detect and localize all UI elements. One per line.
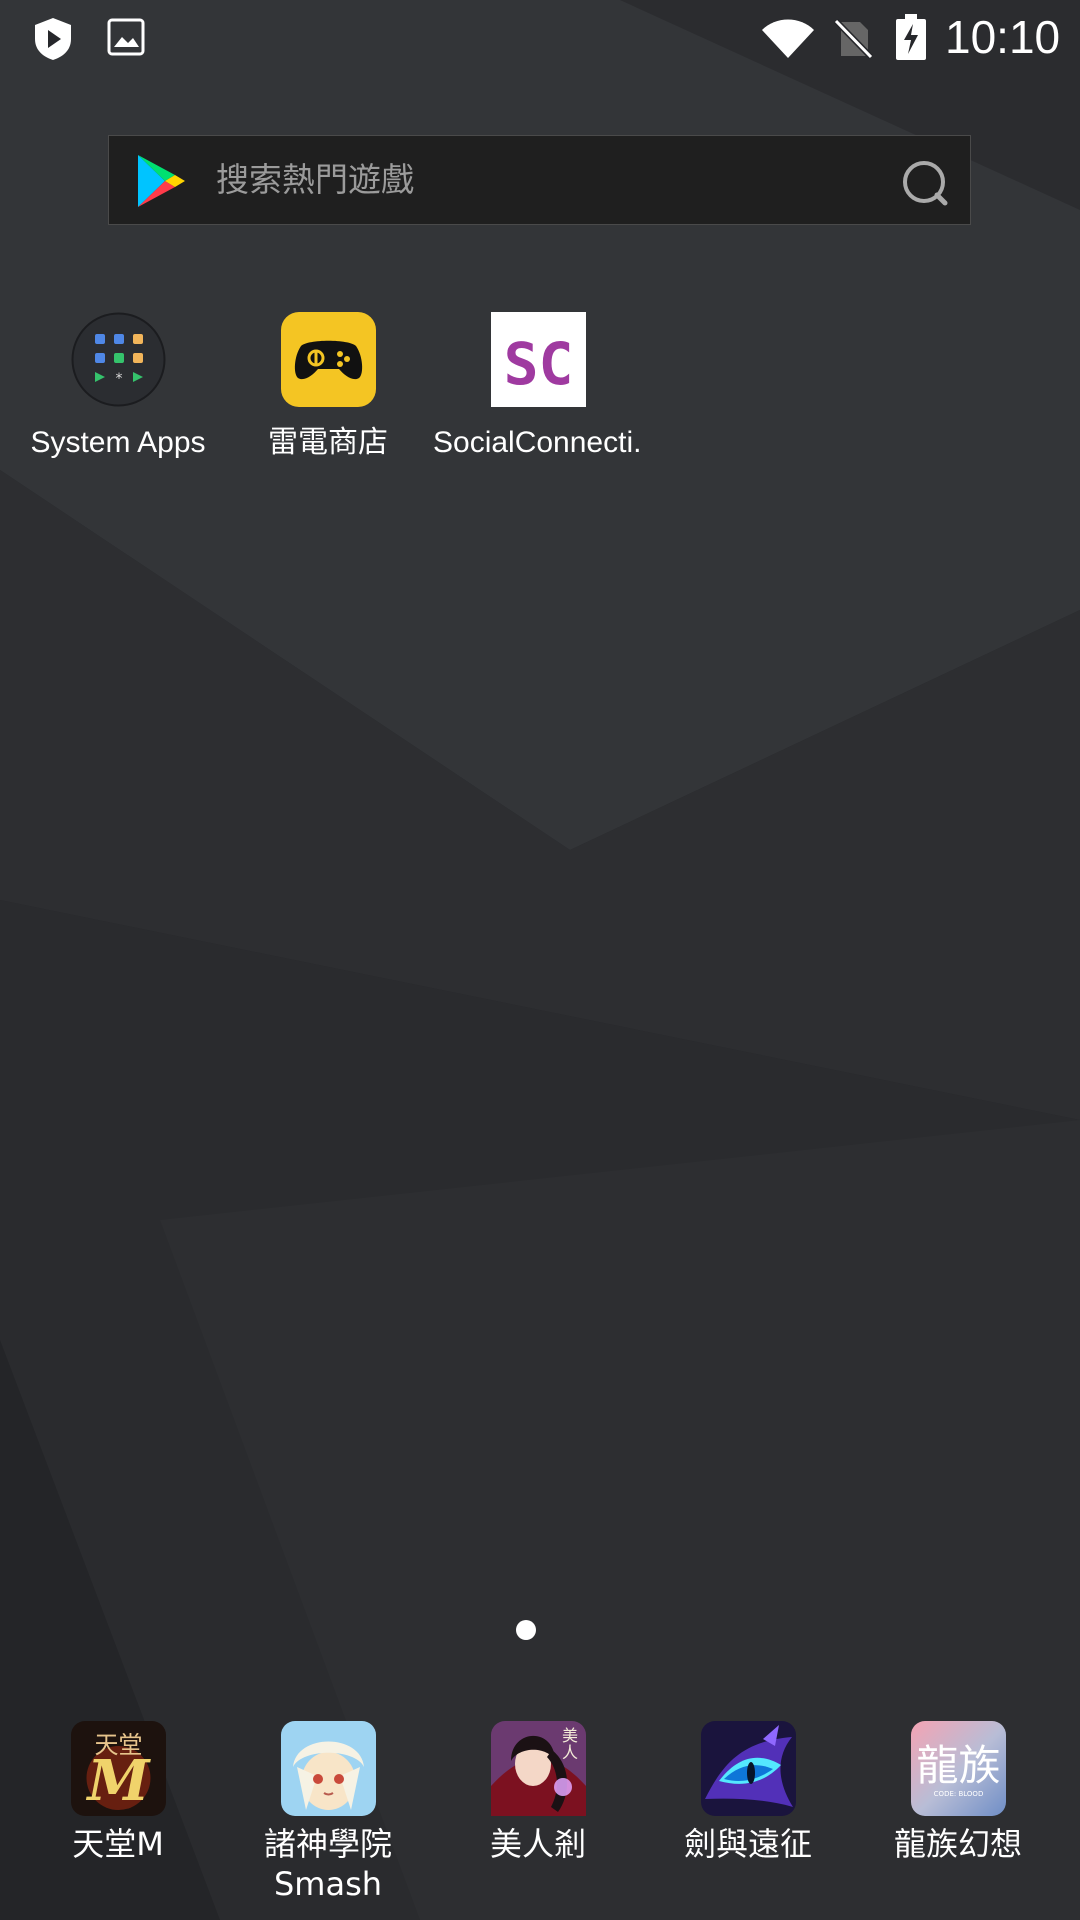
app-label: 美人剎 bbox=[489, 1825, 586, 1863]
wallpaper bbox=[0, 0, 1080, 1920]
status-bar: 10:10 bbox=[0, 0, 1080, 78]
app-label: 諸神學院 Smash bbox=[263, 1825, 392, 1903]
app-label: 劍與遠征 bbox=[683, 1825, 812, 1863]
dock-app-beauty[interactable]: 美 人 美人剎 bbox=[433, 1721, 643, 1871]
svg-text:龍族: 龍族 bbox=[916, 1741, 1000, 1790]
svg-text:人: 人 bbox=[562, 1743, 578, 1762]
google-play-icon bbox=[135, 153, 187, 209]
wallpaper-shapes bbox=[0, 0, 1080, 1920]
page-indicator bbox=[516, 1620, 536, 1640]
shield-play-icon bbox=[33, 17, 73, 61]
dragon-clan-icon: 龍族 CODE: BLOOD bbox=[911, 1721, 1006, 1816]
svg-text:SC: SC bbox=[504, 330, 574, 398]
game-controller-icon bbox=[281, 312, 376, 407]
clock: 10:10 bbox=[945, 11, 1061, 63]
svg-text:CODE: BLOOD: CODE: BLOOD bbox=[934, 1790, 984, 1798]
app-socialconnection[interactable]: SC SocialConnecti.. bbox=[433, 312, 643, 472]
sc-text-icon: SC bbox=[491, 312, 586, 407]
app-raiden-store[interactable]: 雷電商店 bbox=[223, 312, 433, 472]
lineage-m-icon: 天堂 M bbox=[71, 1721, 166, 1816]
dock-app-afk-arena[interactable]: 劍與遠征 bbox=[643, 1721, 853, 1871]
svg-text:M: M bbox=[86, 1748, 152, 1814]
search-bar[interactable]: 搜索熱門遊戲 bbox=[108, 135, 971, 225]
dock-app-dragon-raja[interactable]: 龍族 CODE: BLOOD 龍族幻想 bbox=[853, 1721, 1063, 1871]
dock-app-academy-smash[interactable]: 諸神學院 Smash bbox=[223, 1721, 433, 1903]
battery-charging-icon bbox=[896, 14, 926, 60]
folder-icon: * bbox=[71, 312, 166, 407]
no-sim-icon bbox=[833, 18, 874, 60]
search-icon[interactable] bbox=[901, 159, 949, 207]
dragon-eye-icon bbox=[701, 1721, 796, 1816]
app-system-apps[interactable]: * System Apps bbox=[13, 312, 223, 472]
dock-app-lineage-m[interactable]: 天堂 M 天堂M bbox=[13, 1721, 223, 1871]
app-label: 雷電商店 bbox=[268, 426, 388, 459]
image-icon bbox=[107, 18, 145, 56]
wifi-icon bbox=[760, 18, 816, 60]
app-label: System Apps bbox=[30, 426, 206, 459]
app-label: 天堂M bbox=[72, 1825, 164, 1863]
app-label: 龍族幻想 bbox=[893, 1825, 1022, 1863]
search-placeholder: 搜索熱門遊戲 bbox=[216, 160, 414, 199]
svg-text:*: * bbox=[116, 371, 123, 387]
academy-smash-icon bbox=[281, 1721, 376, 1816]
app-label: SocialConnecti.. bbox=[433, 426, 643, 459]
beauty-icon: 美 人 bbox=[491, 1721, 586, 1816]
